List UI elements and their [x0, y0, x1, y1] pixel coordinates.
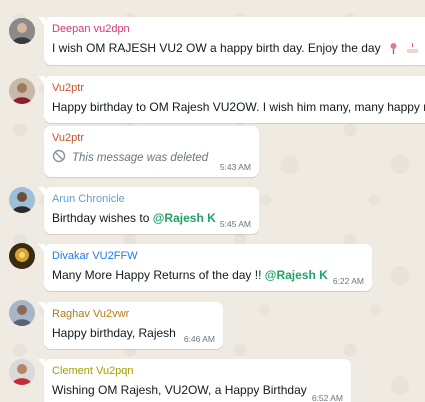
sender-name[interactable]: Clement Vu2pqn [52, 364, 343, 379]
message-text: I wish OM RAJESH VU2 OW a happy birth da… [52, 40, 425, 56]
mention-link[interactable]: @Rajesh K [265, 268, 328, 282]
message-time: 6:52 AM [311, 393, 343, 402]
deleted-icon [52, 149, 66, 166]
deleted-text: This message was deleted [72, 151, 209, 164]
message-bubble[interactable]: Vu2ptr This message was deleted 5:43 AM [44, 126, 259, 177]
mention-link[interactable]: @Rajesh K [153, 211, 216, 225]
sender-name[interactable]: Vu2ptr [52, 81, 425, 96]
sender-name[interactable]: Arun Chronicle [52, 192, 251, 207]
message-bubble[interactable]: Deepan vu2dpn I wish OM RAJESH VU2 OW a … [38, 17, 425, 65]
message-bubble[interactable]: Divakar VU2FFW Many More Happy Returns o… [38, 244, 372, 291]
message-text: Many More Happy Returns of the day !! @R… [52, 268, 328, 282]
sender-name[interactable]: Raghav Vu2vwr [52, 307, 215, 322]
avatar[interactable] [9, 359, 35, 385]
avatar[interactable] [9, 187, 35, 213]
flower-emoji-icon [387, 41, 400, 54]
sender-name[interactable]: Deepan vu2dpn [52, 22, 425, 37]
sender-name[interactable]: Vu2ptr [52, 131, 251, 146]
message-time: 6:46 AM [183, 334, 215, 344]
cake-emoji-icon [406, 41, 419, 54]
message-bubble[interactable]: Clement Vu2pqn Wishing OM Rajesh, VU2OW,… [38, 359, 351, 402]
avatar[interactable] [9, 300, 35, 326]
message-time: 5:43 AM [219, 162, 251, 172]
message-bubble[interactable]: Vu2ptr Happy birthday to OM Rajesh VU2OW… [38, 76, 425, 123]
sender-name[interactable]: Divakar VU2FFW [52, 249, 364, 264]
message-text: Wishing OM Rajesh, VU2OW, a Happy Birthd… [52, 383, 307, 397]
avatar[interactable] [9, 18, 35, 44]
message-bubble[interactable]: Arun Chronicle Birthday wishes to @Rajes… [38, 187, 259, 234]
avatar[interactable] [9, 243, 35, 269]
message-time: 6:22 AM [332, 276, 364, 286]
avatar[interactable] [9, 78, 35, 104]
message-text: Happy birthday to OM Rajesh VU2OW. I wis… [52, 100, 425, 114]
message-bubble[interactable]: Raghav Vu2vwr Happy birthday, Rajesh 6:4… [38, 302, 223, 349]
message-time: 5:45 AM [219, 219, 251, 229]
